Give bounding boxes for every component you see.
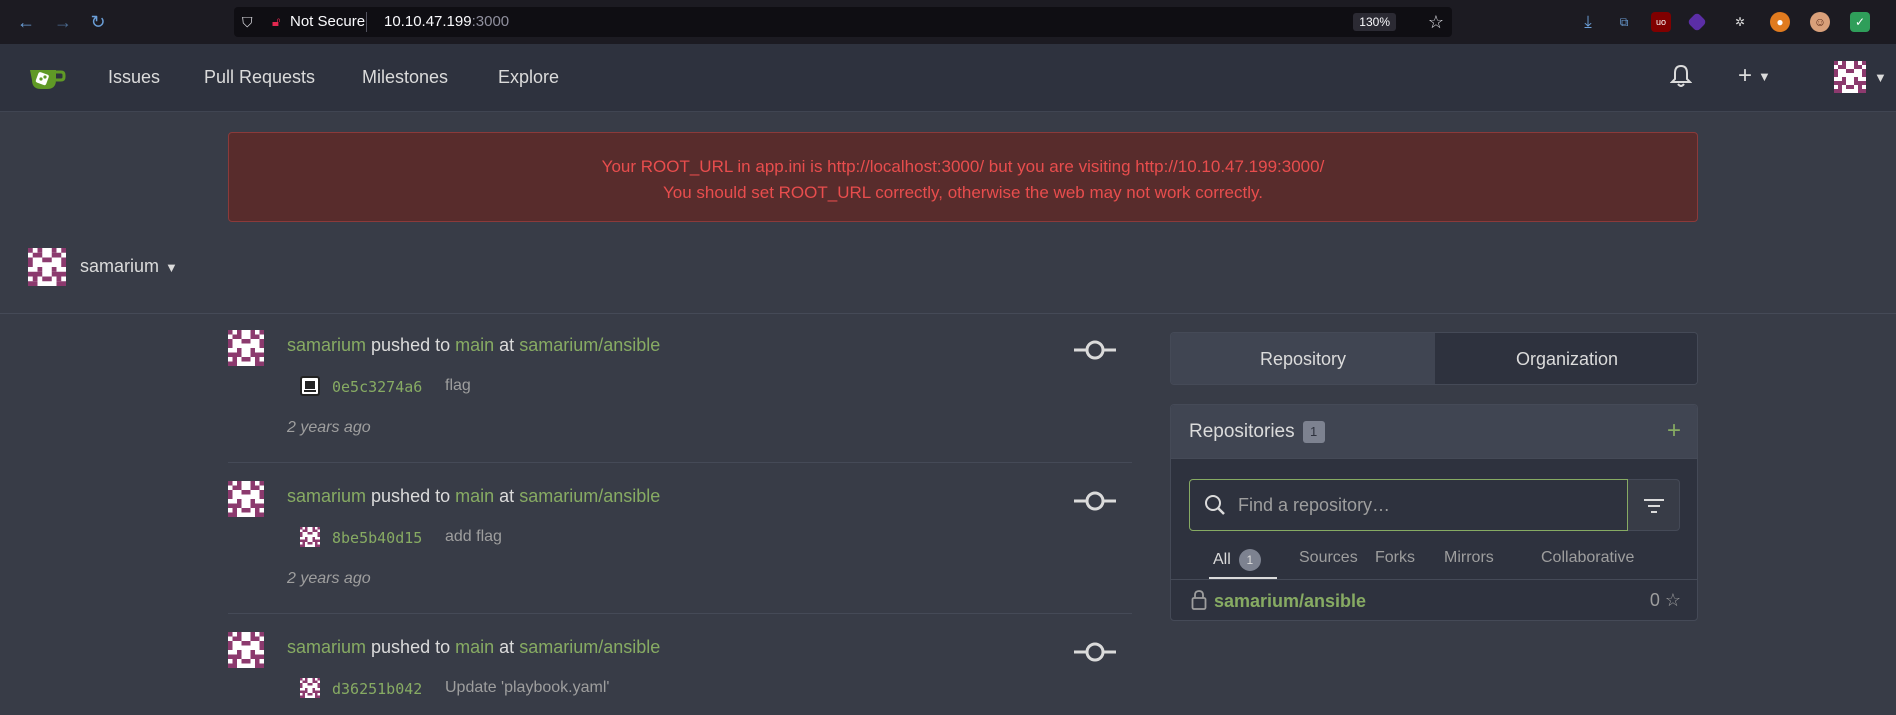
private-lock-icon — [1191, 590, 1207, 610]
feed-item: samarium pushed to main at samarium/ansi… — [228, 330, 1132, 463]
repo-name-link[interactable]: samarium/ansible — [1214, 591, 1366, 612]
browser-toolbar: ← → ↻ ⛉ 🔓︎ Not Secure 10.10.47.199:3000 … — [0, 0, 1896, 44]
feed-branch-link[interactable]: main — [455, 637, 494, 657]
star-icon: ☆ — [1664, 590, 1681, 610]
repositories-count-badge: 1 — [1302, 421, 1325, 443]
extensions-icon[interactable]: ⧉ — [1614, 12, 1634, 32]
error-line-1: Your ROOT_URL in app.ini is http://local… — [601, 157, 1325, 176]
repo-search-input[interactable]: Find a repository… — [1189, 479, 1628, 531]
security-indicator[interactable]: 🔓︎ Not Secure — [272, 7, 365, 37]
feed-item: samarium pushed to main at samarium/ansi… — [228, 481, 1132, 614]
tab-repository[interactable]: Repository — [1171, 333, 1435, 384]
feed-timestamp: 2 years ago — [287, 570, 371, 587]
user-avatar[interactable] — [1834, 61, 1866, 93]
repo-star-count: 0 ☆ — [1649, 590, 1681, 610]
feed-avatar[interactable] — [228, 481, 264, 517]
filter-tab-forks[interactable]: Forks — [1375, 549, 1415, 567]
feed-branch-link[interactable]: main — [455, 335, 494, 355]
site-header: Issues Pull Requests Milestones Explore … — [0, 44, 1896, 112]
tab-organization[interactable]: Organization — [1435, 333, 1697, 384]
feed-avatar[interactable] — [228, 632, 264, 668]
feed-user-link[interactable]: samarium — [287, 486, 366, 506]
nav-explore[interactable]: Explore — [498, 67, 559, 88]
forward-icon[interactable]: → — [53, 12, 73, 32]
root-url-error-banner: Your ROOT_URL in app.ini is http://local… — [228, 132, 1698, 222]
commit-sha-link[interactable]: 8be5b40d15 — [332, 529, 422, 547]
commit-author-avatar — [300, 678, 320, 698]
commit-sha-link[interactable]: 0e5c3274a6 — [332, 378, 422, 396]
commit-message: flag — [445, 377, 471, 394]
feed-timestamp: 2 years ago — [287, 419, 371, 436]
plus-icon: + — [1738, 62, 1753, 89]
filter-tab-all[interactable]: All 1 — [1213, 549, 1261, 571]
feed-title: samarium pushed to main at samarium/ansi… — [287, 486, 661, 506]
tracking-shield-icon[interactable]: ⛉ — [242, 14, 258, 30]
feed-title: samarium pushed to main at samarium/ansi… — [287, 335, 661, 355]
feed-repo-link[interactable]: samarium/ansible — [519, 637, 660, 657]
feed-branch-link[interactable]: main — [455, 486, 494, 506]
filter-all-count: 1 — [1238, 549, 1261, 571]
reload-icon[interactable]: ↻ — [88, 12, 108, 32]
feed-user-link[interactable]: samarium — [287, 335, 366, 355]
avatar-chevron-down-icon[interactable]: ▼ — [1874, 70, 1887, 85]
extension-shield-icon[interactable]: ✓ — [1850, 12, 1870, 32]
error-line-2: You should set ROOT_URL correctly, other… — [663, 183, 1263, 202]
repositories-panel: Repositories 1 + Find a repository… All 1 … — [1170, 404, 1698, 621]
nav-pull-requests[interactable]: Pull Requests — [204, 67, 315, 88]
chevron-down-icon: ▼ — [1758, 69, 1771, 85]
back-icon[interactable]: ← — [16, 12, 36, 32]
gitea-logo-icon[interactable] — [28, 64, 66, 92]
repo-filter-tabs: All 1 Sources Forks Mirrors Collaborative — [1189, 541, 1681, 579]
extension-bug-icon[interactable]: ✲ — [1730, 12, 1750, 32]
filter-tab-sources[interactable]: Sources — [1299, 549, 1358, 567]
nav-milestones[interactable]: Milestones — [362, 67, 448, 88]
dashboard-username: samarium — [80, 256, 160, 276]
ublock-icon[interactable]: uo — [1651, 12, 1671, 32]
commit-sha-link[interactable]: d36251b042 — [332, 680, 422, 698]
filter-tab-collaborative[interactable]: Collaborative — [1541, 549, 1634, 567]
address-bar[interactable]: ⛉ 🔓︎ Not Secure 10.10.47.199:3000 130% ☆ — [234, 7, 1452, 37]
repo-filter-button[interactable] — [1628, 479, 1680, 531]
commit-author-avatar — [300, 376, 320, 396]
extension-face-icon[interactable]: ☺ — [1810, 12, 1830, 32]
git-commit-icon — [1074, 642, 1116, 662]
feed-item: samarium pushed to main at samarium/ansi… — [228, 632, 1132, 715]
feed-repo-link[interactable]: samarium/ansible — [519, 486, 660, 506]
insecure-lock-icon: 🔓︎ — [272, 14, 281, 29]
dashboard-tabs: Repository Organization — [1170, 332, 1698, 385]
repositories-header: Repositories 1 + — [1171, 405, 1697, 459]
dashboard-user-avatar — [28, 248, 66, 286]
feed-repo-link[interactable]: samarium/ansible — [519, 335, 660, 355]
repositories-title: Repositories — [1189, 421, 1295, 443]
filter-tab-mirrors[interactable]: Mirrors — [1444, 549, 1494, 567]
feed-avatar[interactable] — [228, 330, 264, 366]
git-commit-icon — [1074, 340, 1116, 360]
feed-user-link[interactable]: samarium — [287, 637, 366, 657]
repo-search-placeholder: Find a repository… — [1238, 495, 1391, 515]
repo-list-item[interactable]: samarium/ansible 0 ☆ — [1171, 580, 1697, 620]
zoom-level[interactable]: 130% — [1353, 13, 1396, 31]
create-menu[interactable]: + ▼ — [1738, 62, 1771, 90]
extension-cookie-icon[interactable]: ● — [1770, 12, 1790, 32]
commit-message: add flag — [445, 528, 502, 545]
filter-icon — [1644, 499, 1664, 513]
nav-issues[interactable]: Issues — [108, 67, 160, 88]
url-text[interactable]: 10.10.47.199:3000 — [384, 7, 509, 37]
new-repository-plus-icon[interactable]: + — [1667, 417, 1681, 445]
downloads-icon[interactable]: ⤓ — [1578, 12, 1598, 32]
git-commit-icon — [1074, 491, 1116, 511]
chevron-down-icon: ▼ — [165, 259, 178, 275]
bookmark-star-icon[interactable]: ☆ — [1428, 12, 1444, 33]
extension-diamond-icon[interactable] — [1687, 12, 1707, 32]
commit-message: Update 'playbook.yaml' — [445, 679, 610, 696]
search-icon — [1205, 495, 1225, 515]
notifications-bell-icon[interactable] — [1669, 64, 1693, 94]
feed-title: samarium pushed to main at samarium/ansi… — [287, 637, 661, 657]
commit-author-avatar — [300, 527, 320, 547]
